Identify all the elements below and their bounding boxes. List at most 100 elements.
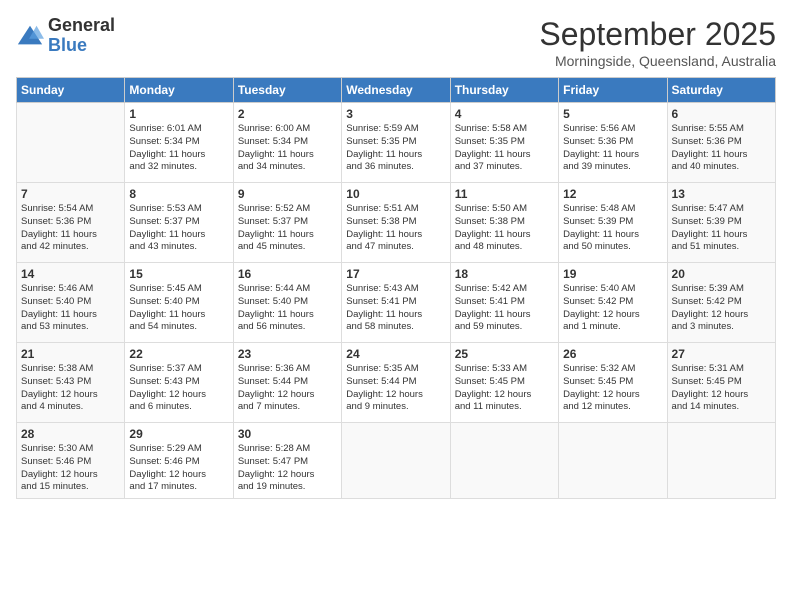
day-number: 14 <box>21 267 120 281</box>
day-number: 18 <box>455 267 554 281</box>
day-info: Sunrise: 5:50 AM Sunset: 5:38 PM Dayligh… <box>455 203 554 254</box>
column-header-monday: Monday <box>125 78 233 103</box>
day-number: 4 <box>455 107 554 121</box>
calendar-cell: 28 Sunrise: 5:30 AM Sunset: 5:46 PM Dayli… <box>17 423 125 499</box>
calendar-cell <box>342 423 450 499</box>
day-info: Sunrise: 5:28 AM Sunset: 5:47 PM Dayligh… <box>238 443 337 494</box>
day-info: Sunrise: 5:45 AM Sunset: 5:40 PM Dayligh… <box>129 283 228 334</box>
day-info: Sunrise: 5:37 AM Sunset: 5:43 PM Dayligh… <box>129 363 228 414</box>
week-row-5: 28 Sunrise: 5:30 AM Sunset: 5:46 PM Dayli… <box>17 423 776 499</box>
day-number: 19 <box>563 267 662 281</box>
logo-blue-text: Blue <box>48 36 115 56</box>
day-info: Sunrise: 6:01 AM Sunset: 5:34 PM Dayligh… <box>129 123 228 174</box>
title-block: September 2025 Morningside, Queensland, … <box>539 16 776 69</box>
column-header-sunday: Sunday <box>17 78 125 103</box>
calendar-cell: 16Sunrise: 5:44 AM Sunset: 5:40 PM Dayli… <box>233 263 341 343</box>
day-info: Sunrise: 5:59 AM Sunset: 5:35 PM Dayligh… <box>346 123 445 174</box>
logo: General Blue <box>16 16 115 56</box>
column-header-saturday: Saturday <box>667 78 775 103</box>
calendar-cell: 9Sunrise: 5:52 AM Sunset: 5:37 PM Daylig… <box>233 183 341 263</box>
day-info: Sunrise: 5:29 AM Sunset: 5:46 PM Dayligh… <box>129 443 228 494</box>
month-title: September 2025 <box>539 16 776 53</box>
calendar-cell: 22 Sunrise: 5:37 AM Sunset: 5:43 PM Dayli… <box>125 343 233 423</box>
day-info: Sunrise: 5:42 AM Sunset: 5:41 PM Dayligh… <box>455 283 554 334</box>
day-info: Sunrise: 5:31 AM Sunset: 5:45 PM Dayligh… <box>672 363 771 414</box>
calendar-cell <box>667 423 775 499</box>
week-row-2: 7 Sunrise: 5:54 AM Sunset: 5:36 PM Daylig… <box>17 183 776 263</box>
day-info: Sunrise: 5:46 AM Sunset: 5:40 PM Dayligh… <box>21 283 120 334</box>
week-row-4: 21Sunrise: 5:38 AM Sunset: 5:43 PM Dayli… <box>17 343 776 423</box>
day-info: Sunrise: 5:55 AM Sunset: 5:36 PM Dayligh… <box>672 123 771 174</box>
calendar-cell: 4 Sunrise: 5:58 AM Sunset: 5:35 PM Daylig… <box>450 103 558 183</box>
calendar-cell: 27 Sunrise: 5:31 AM Sunset: 5:45 PM Dayli… <box>667 343 775 423</box>
day-number: 22 <box>129 347 228 361</box>
day-number: 8 <box>129 187 228 201</box>
day-number: 1 <box>129 107 228 121</box>
calendar-cell: 15 Sunrise: 5:45 AM Sunset: 5:40 PM Dayli… <box>125 263 233 343</box>
day-info: Sunrise: 5:47 AM Sunset: 5:39 PM Dayligh… <box>672 203 771 254</box>
day-number: 3 <box>346 107 445 121</box>
day-info: Sunrise: 5:56 AM Sunset: 5:36 PM Dayligh… <box>563 123 662 174</box>
day-info: Sunrise: 5:58 AM Sunset: 5:35 PM Dayligh… <box>455 123 554 174</box>
day-info: Sunrise: 5:54 AM Sunset: 5:36 PM Dayligh… <box>21 203 120 254</box>
day-number: 27 <box>672 347 771 361</box>
logo-general-text: General <box>48 16 115 36</box>
day-number: 7 <box>21 187 120 201</box>
calendar-cell: 18 Sunrise: 5:42 AM Sunset: 5:41 PM Dayli… <box>450 263 558 343</box>
calendar-cell: 8Sunrise: 5:53 AM Sunset: 5:37 PM Daylig… <box>125 183 233 263</box>
day-number: 12 <box>563 187 662 201</box>
calendar-cell: 14 Sunrise: 5:46 AM Sunset: 5:40 PM Dayli… <box>17 263 125 343</box>
calendar-cell: 21Sunrise: 5:38 AM Sunset: 5:43 PM Dayli… <box>17 343 125 423</box>
column-header-friday: Friday <box>559 78 667 103</box>
day-number: 5 <box>563 107 662 121</box>
day-number: 30 <box>238 427 337 441</box>
calendar-cell: 30 Sunrise: 5:28 AM Sunset: 5:47 PM Dayli… <box>233 423 341 499</box>
column-header-wednesday: Wednesday <box>342 78 450 103</box>
day-info: Sunrise: 5:35 AM Sunset: 5:44 PM Dayligh… <box>346 363 445 414</box>
day-info: Sunrise: 5:32 AM Sunset: 5:45 PM Dayligh… <box>563 363 662 414</box>
day-info: Sunrise: 5:48 AM Sunset: 5:39 PM Dayligh… <box>563 203 662 254</box>
calendar-cell: 12 Sunrise: 5:48 AM Sunset: 5:39 PM Dayli… <box>559 183 667 263</box>
day-info: Sunrise: 5:36 AM Sunset: 5:44 PM Dayligh… <box>238 363 337 414</box>
calendar-cell: 29Sunrise: 5:29 AM Sunset: 5:46 PM Dayli… <box>125 423 233 499</box>
day-info: Sunrise: 5:40 AM Sunset: 5:42 PM Dayligh… <box>563 283 662 334</box>
day-info: Sunrise: 5:33 AM Sunset: 5:45 PM Dayligh… <box>455 363 554 414</box>
calendar-header-row: SundayMondayTuesdayWednesdayThursdayFrid… <box>17 78 776 103</box>
week-row-3: 14 Sunrise: 5:46 AM Sunset: 5:40 PM Dayli… <box>17 263 776 343</box>
calendar-cell: 26 Sunrise: 5:32 AM Sunset: 5:45 PM Dayli… <box>559 343 667 423</box>
location-title: Morningside, Queensland, Australia <box>539 53 776 69</box>
calendar-cell: 23 Sunrise: 5:36 AM Sunset: 5:44 PM Dayli… <box>233 343 341 423</box>
calendar-cell: 7 Sunrise: 5:54 AM Sunset: 5:36 PM Daylig… <box>17 183 125 263</box>
day-info: Sunrise: 5:30 AM Sunset: 5:46 PM Dayligh… <box>21 443 120 494</box>
day-number: 2 <box>238 107 337 121</box>
day-info: Sunrise: 5:44 AM Sunset: 5:40 PM Dayligh… <box>238 283 337 334</box>
day-number: 15 <box>129 267 228 281</box>
calendar-cell: 24 Sunrise: 5:35 AM Sunset: 5:44 PM Dayli… <box>342 343 450 423</box>
day-number: 24 <box>346 347 445 361</box>
calendar-cell <box>559 423 667 499</box>
day-number: 10 <box>346 187 445 201</box>
day-number: 20 <box>672 267 771 281</box>
calendar-cell: 20 Sunrise: 5:39 AM Sunset: 5:42 PM Dayli… <box>667 263 775 343</box>
day-number: 26 <box>563 347 662 361</box>
calendar-cell <box>450 423 558 499</box>
day-info: Sunrise: 5:39 AM Sunset: 5:42 PM Dayligh… <box>672 283 771 334</box>
calendar-cell: 17Sunrise: 5:43 AM Sunset: 5:41 PM Dayli… <box>342 263 450 343</box>
day-number: 21 <box>21 347 120 361</box>
column-header-thursday: Thursday <box>450 78 558 103</box>
day-info: Sunrise: 5:43 AM Sunset: 5:41 PM Dayligh… <box>346 283 445 334</box>
day-info: Sunrise: 6:00 AM Sunset: 5:34 PM Dayligh… <box>238 123 337 174</box>
calendar-cell: 25 Sunrise: 5:33 AM Sunset: 5:45 PM Dayli… <box>450 343 558 423</box>
day-number: 25 <box>455 347 554 361</box>
week-row-1: 1 Sunrise: 6:01 AM Sunset: 5:34 PM Daylig… <box>17 103 776 183</box>
page-header: General Blue September 2025 Morningside,… <box>16 16 776 69</box>
day-number: 28 <box>21 427 120 441</box>
calendar-cell: 10 Sunrise: 5:51 AM Sunset: 5:38 PM Dayli… <box>342 183 450 263</box>
logo-icon <box>16 22 44 50</box>
day-number: 23 <box>238 347 337 361</box>
day-info: Sunrise: 5:51 AM Sunset: 5:38 PM Dayligh… <box>346 203 445 254</box>
day-number: 6 <box>672 107 771 121</box>
calendar-cell: 13Sunrise: 5:47 AM Sunset: 5:39 PM Dayli… <box>667 183 775 263</box>
calendar-cell: 6 Sunrise: 5:55 AM Sunset: 5:36 PM Daylig… <box>667 103 775 183</box>
calendar-cell: 11Sunrise: 5:50 AM Sunset: 5:38 PM Dayli… <box>450 183 558 263</box>
